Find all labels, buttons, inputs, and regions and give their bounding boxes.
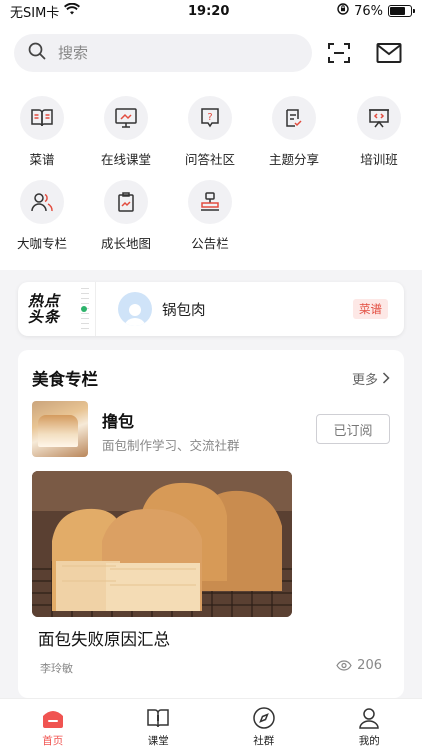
svg-text:?: ? — [207, 112, 212, 123]
home-icon — [42, 711, 63, 728]
hot-news-logo: 热点 头条 — [18, 282, 96, 336]
chevron-right-icon — [382, 372, 390, 384]
tab-label: 我的 — [358, 735, 380, 747]
battery-percent: 76% — [354, 3, 383, 19]
grid-label: 培训班 — [360, 152, 398, 167]
grid-label: 菜谱 — [29, 152, 55, 167]
qa-icon: ? — [188, 96, 232, 140]
quick-entry-grid: 菜谱 在线课堂 ? 问答社区 主题分享 培训班 大咖专栏 成长地图 公告栏 — [0, 84, 422, 270]
eye-icon — [336, 660, 352, 671]
battery-icon — [387, 5, 415, 17]
column-name[interactable]: 撸包 — [102, 408, 134, 432]
category-tag: 菜谱 — [353, 299, 388, 319]
grid-item-bulletin[interactable]: 公告栏 — [168, 180, 252, 252]
status-right: 76% — [337, 3, 415, 19]
tab-home[interactable]: 首页 — [0, 699, 106, 750]
tab-classroom[interactable]: 课堂 — [106, 699, 212, 750]
training-board-icon — [357, 96, 401, 140]
status-bar: 无SIM卡 19:20 76% — [0, 0, 422, 22]
orientation-lock-icon — [337, 3, 349, 19]
food-column-card: 美食专栏 更多 撸包 面包制作学习、交流社群 已订阅 面包失败原因汇总 李玲敏 — [18, 350, 404, 698]
column-description: 面包制作学习、交流社群 — [102, 438, 240, 453]
article-image[interactable] — [32, 471, 292, 617]
view-count-value: 206 — [357, 658, 382, 673]
growth-map-icon — [104, 180, 148, 224]
mail-icon[interactable] — [376, 40, 402, 66]
grid-item-qa[interactable]: ? 问答社区 — [168, 96, 252, 168]
tab-label: 课堂 — [147, 735, 169, 747]
grid-label: 问答社区 — [184, 152, 235, 167]
scan-icon[interactable] — [326, 40, 352, 66]
avatar — [118, 292, 152, 326]
view-count: 206 — [336, 658, 382, 673]
share-doc-icon — [272, 96, 316, 140]
classroom-book-icon — [147, 709, 169, 728]
experts-icon — [20, 180, 64, 224]
grid-item-growth-map[interactable]: 成长地图 — [84, 180, 168, 252]
tab-mine[interactable]: 我的 — [317, 699, 422, 750]
recipe-book-icon — [20, 96, 64, 140]
stamp-icon — [188, 180, 232, 224]
section-title: 美食专栏 — [32, 370, 98, 389]
status-left: 无SIM卡 — [10, 2, 81, 21]
ticker-dot — [81, 306, 87, 312]
tab-label: 首页 — [42, 735, 64, 747]
tab-community[interactable]: 社群 — [211, 699, 317, 750]
grid-item-recipes[interactable]: 菜谱 — [0, 96, 84, 168]
search-input[interactable] — [58, 44, 278, 62]
tab-bar: 首页 课堂 社群 我的 — [0, 698, 422, 750]
article-title[interactable]: 面包失败原因汇总 — [38, 626, 170, 650]
column-thumbnail[interactable] — [32, 401, 88, 457]
grid-item-training[interactable]: 培训班 — [337, 96, 421, 168]
article-author: 李玲敏 — [40, 662, 73, 675]
wifi-icon — [64, 2, 81, 19]
carrier-label: 无SIM卡 — [10, 5, 60, 21]
grid-item-experts[interactable]: 大咖专栏 — [0, 180, 84, 252]
grid-item-theme-share[interactable]: 主题分享 — [252, 96, 336, 168]
grid-label: 公告栏 — [191, 236, 229, 251]
search-bar[interactable] — [14, 34, 312, 72]
more-label: 更多 — [351, 372, 378, 388]
subscribe-button[interactable]: 已订阅 — [316, 414, 390, 444]
header — [0, 22, 422, 84]
online-class-icon — [104, 96, 148, 140]
tab-label: 社群 — [253, 735, 275, 747]
grid-item-online-class[interactable]: 在线课堂 — [84, 96, 168, 168]
grid-label: 成长地图 — [100, 236, 151, 251]
grid-label: 主题分享 — [268, 152, 319, 167]
hot-news-title: 锅包肉 — [162, 302, 206, 319]
person-icon — [359, 708, 380, 729]
search-icon — [28, 42, 46, 64]
column-header: 美食专栏 更多 — [32, 366, 390, 390]
more-link[interactable]: 更多 — [352, 369, 390, 388]
grid-label: 在线课堂 — [100, 152, 151, 167]
hot-news-card[interactable]: 热点 头条 锅包肉 菜谱 — [18, 282, 404, 336]
compass-icon — [253, 707, 275, 729]
grid-label: 大咖专栏 — [16, 236, 67, 251]
status-time: 19:20 — [188, 3, 230, 19]
